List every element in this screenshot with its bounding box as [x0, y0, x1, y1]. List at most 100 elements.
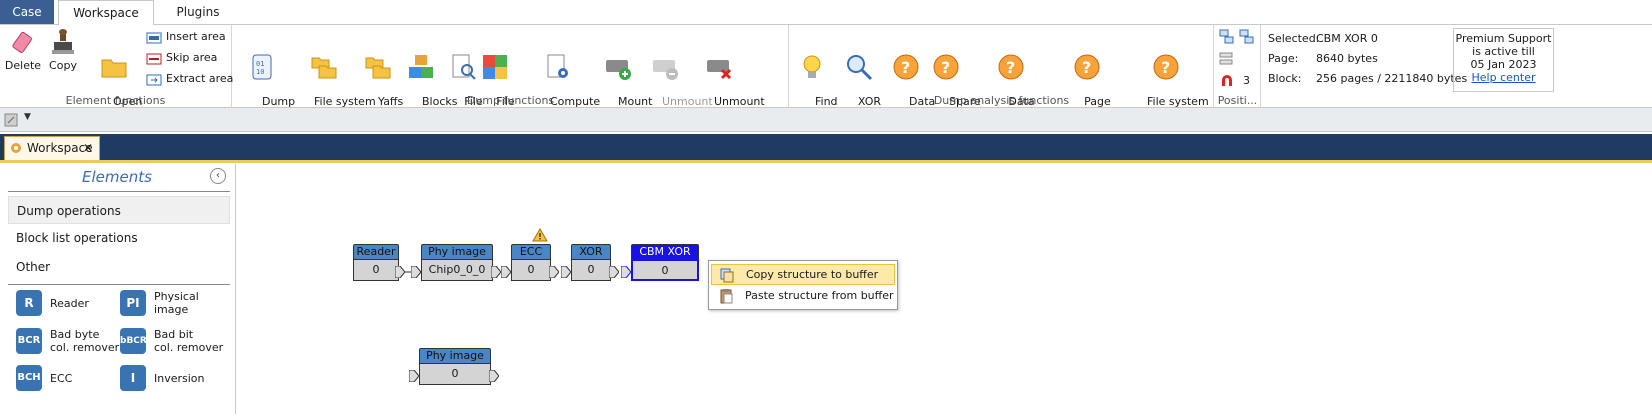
question-icon: ? — [893, 54, 919, 80]
input-port-icon[interactable] — [621, 266, 631, 278]
menu-item-paste-structure[interactable]: Paste structure from buffer — [711, 286, 895, 307]
collapse-panel-icon[interactable]: ‹ — [210, 168, 226, 184]
output-port-icon[interactable] — [489, 370, 499, 382]
question-icon: ? — [998, 54, 1024, 80]
output-port-icon[interactable] — [491, 266, 501, 278]
category-other[interactable]: Other — [8, 253, 230, 281]
output-port-icon[interactable] — [549, 266, 559, 278]
divider — [8, 191, 230, 192]
group-dump-analysis: Find ECC XOR analyzer ? Data area ? Spar… — [790, 25, 1214, 120]
tab-workspace[interactable]: Workspace — [58, 0, 154, 25]
element-physical-image[interactable]: PI Physical image — [120, 290, 230, 318]
copy-button[interactable]: Copy — [44, 28, 82, 72]
quick-tool-icon[interactable] — [4, 112, 20, 128]
stamp-icon — [52, 29, 74, 54]
input-port-icon[interactable] — [561, 266, 571, 278]
premium-support-box: Premium Support is active till 05 Jan 20… — [1453, 28, 1554, 92]
folders-icon — [311, 57, 337, 79]
group-position: 3 Positi... — [1215, 25, 1261, 108]
extract-area-button[interactable]: Extract area — [146, 70, 233, 90]
menu-item-copy-structure[interactable]: Copy structure to buffer — [711, 264, 895, 285]
block-value: 256 pages / 2211840 bytes — [1316, 72, 1468, 85]
ribbon: Delete Copy Open images Insert area Skip… — [0, 24, 1652, 120]
element-ecc[interactable]: BCH ECC — [16, 365, 126, 393]
magnifier-icon — [847, 55, 873, 81]
lightbulb-icon — [803, 55, 821, 78]
divider — [8, 284, 230, 285]
folders-icon — [365, 57, 391, 79]
group-label: Dump functions — [466, 94, 555, 107]
bbcr-icon: bBCR — [120, 328, 147, 354]
paste-structure-icon — [720, 289, 733, 304]
svg-text:10: 10 — [256, 68, 264, 76]
gear-icon — [11, 143, 21, 153]
delete-button[interactable]: Delete — [4, 28, 42, 72]
svg-text:?: ? — [1161, 58, 1170, 77]
insert-area-icon — [146, 32, 162, 44]
insert-area-button[interactable]: Insert area — [146, 28, 226, 48]
drive-add-icon — [606, 60, 631, 80]
workspace-canvas[interactable]: Reader 0 Phy image Chip0_0_0 ECC 0 XOR 0… — [237, 164, 1652, 414]
input-port-icon[interactable] — [411, 266, 421, 278]
bch-icon: BCH — [16, 365, 42, 391]
align-icon[interactable] — [1219, 29, 1235, 45]
selection-info: Selected:CBM XOR 0 Page: 8640 bytes Block… — [1268, 32, 1468, 85]
selected-value: CBM XOR 0 — [1316, 32, 1378, 45]
bcr-icon: BCR — [16, 328, 42, 354]
element-bad-byte-col-remover[interactable]: BCR Bad byte col. remover — [16, 328, 126, 356]
close-icon[interactable]: ✕ — [83, 137, 93, 159]
category-block-list-operations[interactable]: Block list operations — [8, 224, 230, 252]
node-ecc[interactable]: ECC 0 — [511, 244, 551, 281]
node-reader[interactable]: Reader 0 — [353, 244, 399, 281]
document-gear-icon — [547, 54, 568, 78]
folder-icon — [101, 59, 127, 78]
element-bad-bit-col-remover[interactable]: bBCR Bad bit col. remover — [120, 328, 230, 356]
group-label: Positi... — [1217, 94, 1258, 107]
output-port-icon[interactable] — [609, 266, 619, 278]
binary-scroll-icon: 0110 — [252, 54, 272, 80]
context-menu: Copy structure to buffer Paste structure… — [708, 260, 898, 310]
support-date: 05 Jan 2023 — [1470, 58, 1537, 71]
position-count: 3 — [1243, 74, 1250, 87]
input-port-icon[interactable] — [501, 266, 511, 278]
svg-text:01: 01 — [256, 60, 264, 68]
group-label: Dump analysis functions — [933, 94, 1070, 107]
group-element-functions: Delete Copy Open images Insert area Skip… — [0, 25, 233, 120]
magnet-icon[interactable] — [1219, 73, 1235, 89]
category-dump-operations[interactable]: Dump operations — [8, 196, 230, 224]
node-xor[interactable]: XOR 0 — [571, 244, 611, 281]
drive-close-icon — [707, 60, 732, 80]
skip-area-button[interactable]: Skip area — [146, 49, 217, 69]
svg-text:?: ? — [1006, 58, 1015, 77]
node-cbm-xor[interactable]: CBM XOR 0 — [631, 244, 699, 281]
page-value: 8640 bytes — [1316, 52, 1378, 65]
output-port-icon[interactable] — [395, 266, 405, 278]
question-icon: ? — [933, 54, 959, 80]
element-reader[interactable]: R Reader — [16, 290, 126, 318]
panel-title: Elements — [82, 168, 152, 186]
tab-plugins[interactable]: Plugins — [160, 0, 236, 24]
tab-case[interactable]: Case — [0, 0, 54, 24]
eraser-icon — [12, 31, 32, 53]
chevron-down-icon[interactable]: ▼ — [24, 112, 31, 122]
distribute-icon[interactable] — [1219, 51, 1235, 67]
node-phy-image-2[interactable]: Phy image 0 — [419, 348, 491, 385]
node-phy-image[interactable]: Phy image Chip0_0_0 — [421, 244, 493, 281]
inversion-icon: I — [120, 365, 146, 391]
drive-remove-icon — [653, 60, 678, 80]
group-dump-functions: 0110 Dump viewer File system viewer Yaff… — [233, 25, 789, 120]
warning-icon[interactable] — [532, 228, 548, 242]
quick-access-toolbar: ▼ — [0, 108, 1652, 132]
input-port-icon[interactable] — [409, 370, 419, 382]
ribbon-tabstrip: Case Workspace Plugins — [0, 0, 1652, 25]
arrange-icon[interactable] — [1239, 29, 1255, 45]
extract-area-icon — [146, 74, 162, 86]
question-icon: ? — [1153, 54, 1179, 80]
help-center-link[interactable]: Help center — [1472, 71, 1536, 84]
element-inversion[interactable]: I Inversion — [120, 365, 230, 393]
physical-image-icon: PI — [120, 290, 146, 316]
doc-tab-workspace[interactable]: Workspace ✕ — [4, 136, 100, 160]
reader-icon: R — [16, 290, 42, 316]
svg-text:?: ? — [1082, 58, 1091, 77]
cubes-icon — [409, 55, 433, 78]
